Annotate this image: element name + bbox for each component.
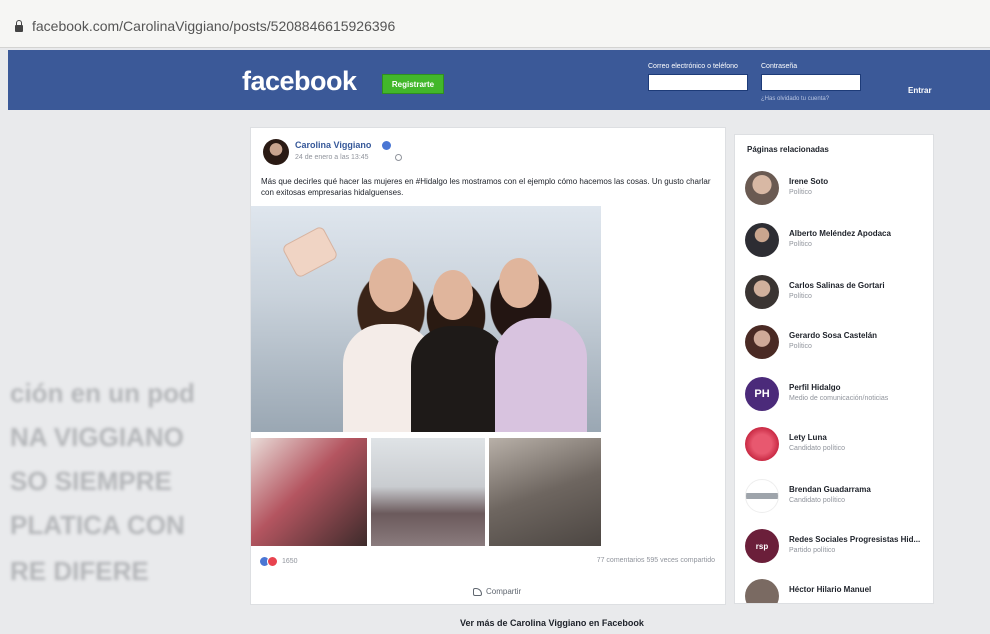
page-name: Alberto Meléndez Apodaca <box>789 229 891 238</box>
page-name: Redes Sociales Progresistas Hid... <box>789 535 921 544</box>
phone-in-photo <box>281 225 339 279</box>
post-photo-thumb[interactable] <box>251 438 367 546</box>
page-category: Político <box>789 293 812 300</box>
photo-figure <box>495 318 587 432</box>
url-text: facebook.com/CarolinaViggiano/posts/5208… <box>32 18 396 34</box>
post-date[interactable]: 24 de enero a las 13:45 <box>295 154 369 161</box>
background-text-line: SO SIEMPRE <box>10 466 172 496</box>
page-category: Candidato político <box>789 445 846 452</box>
background-text-line: PLATICA CON <box>10 510 185 540</box>
reactions-summary[interactable]: 1650 <box>259 556 298 567</box>
password-field[interactable] <box>761 74 861 91</box>
engagement-stats[interactable]: 77 comentarios 595 veces compartido <box>597 557 715 564</box>
page-category: Político <box>789 241 812 248</box>
post-photo-thumb[interactable] <box>371 438 485 546</box>
see-more-link[interactable]: Ver más de Carolina Viggiano en Facebook <box>460 618 644 628</box>
verified-icon <box>382 141 391 150</box>
post-text: Más que decirles qué hacer las mujeres e… <box>261 177 711 197</box>
post-photo-main[interactable] <box>251 206 601 432</box>
share-icon <box>473 587 482 596</box>
related-page-item[interactable]: Carlos Salinas de Gortari Político <box>745 275 930 315</box>
email-field[interactable] <box>648 74 748 91</box>
page-category: Candidato político <box>789 497 846 504</box>
lock-icon <box>14 20 24 32</box>
background-text-line: RE DIFERE <box>10 556 149 586</box>
background-text-line: ción en un pod <box>10 378 195 408</box>
page-name: Carlos Salinas de Gortari <box>789 281 885 290</box>
share-label: Compartir <box>486 587 522 596</box>
page-avatar <box>745 479 779 513</box>
author-avatar[interactable] <box>263 139 289 165</box>
password-label: Contraseña <box>761 63 798 70</box>
page-name: Irene Soto <box>789 177 829 186</box>
globe-icon <box>395 154 402 161</box>
related-page-item[interactable]: Brendan Guadarrama Candidato político <box>745 479 930 519</box>
photo-face <box>433 270 473 320</box>
page-avatar <box>745 325 779 359</box>
forgot-account-link[interactable]: ¿Has olvidado tu cuenta? <box>761 96 829 102</box>
photo-face <box>499 258 539 308</box>
page-avatar <box>745 427 779 461</box>
email-label: Correo electrónico o teléfono <box>648 63 738 70</box>
page-name: Héctor Hilario Manuel <box>789 585 872 594</box>
related-pages-panel: Páginas relacionadas Irene Soto Político… <box>734 134 934 604</box>
background-text-line: NA VIGGIANO <box>10 422 184 452</box>
related-page-item[interactable]: Irene Soto Político <box>745 171 930 211</box>
page-avatar <box>745 171 779 205</box>
page-category: Medio de comunicación/noticias <box>789 395 889 402</box>
love-icon <box>267 556 278 567</box>
page-avatar <box>745 579 779 603</box>
related-page-item[interactable]: rsp Redes Sociales Progresistas Hid... P… <box>745 529 930 569</box>
page-category: Político <box>789 343 812 350</box>
author-name[interactable]: Carolina Viggiano <box>295 140 371 150</box>
related-page-item[interactable]: Lety Luna Candidato político <box>745 427 930 467</box>
post-card: Carolina Viggiano 24 de enero a las 13:4… <box>250 127 726 605</box>
page-avatar <box>745 223 779 257</box>
page-name: Gerardo Sosa Castelán <box>789 331 878 340</box>
login-button[interactable]: Entrar <box>908 86 932 95</box>
related-page-item[interactable]: Héctor Hilario Manuel <box>745 579 930 603</box>
page-name: Lety Luna <box>789 433 827 442</box>
photo-face <box>369 258 413 312</box>
related-pages-title: Páginas relacionadas <box>747 145 829 154</box>
post-photo-thumb[interactable] <box>489 438 601 546</box>
browser-address-bar[interactable]: facebook.com/CarolinaViggiano/posts/5208… <box>0 0 990 48</box>
page-avatar <box>745 275 779 309</box>
photo-figure <box>411 326 507 432</box>
page-category: Partido político <box>789 547 836 554</box>
page-name: Perfil Hidalgo <box>789 383 841 392</box>
register-button[interactable]: Registrarte <box>382 74 444 94</box>
related-page-item[interactable]: Gerardo Sosa Castelán Político <box>745 325 930 365</box>
page-avatar: rsp <box>745 529 779 563</box>
share-button[interactable]: Compartir <box>473 587 521 596</box>
page-avatar: PH <box>745 377 779 411</box>
page-category: Político <box>789 189 812 196</box>
related-page-item[interactable]: PH Perfil Hidalgo Medio de comunicación/… <box>745 377 930 417</box>
reaction-count: 1650 <box>282 558 298 565</box>
related-page-item[interactable]: Alberto Meléndez Apodaca Político <box>745 223 930 263</box>
facebook-logo[interactable]: facebook <box>242 66 357 97</box>
facebook-header: facebook Registrarte Correo electrónico … <box>8 50 990 110</box>
page-name: Brendan Guadarrama <box>789 485 871 494</box>
url-field[interactable]: facebook.com/CarolinaViggiano/posts/5208… <box>14 14 484 38</box>
